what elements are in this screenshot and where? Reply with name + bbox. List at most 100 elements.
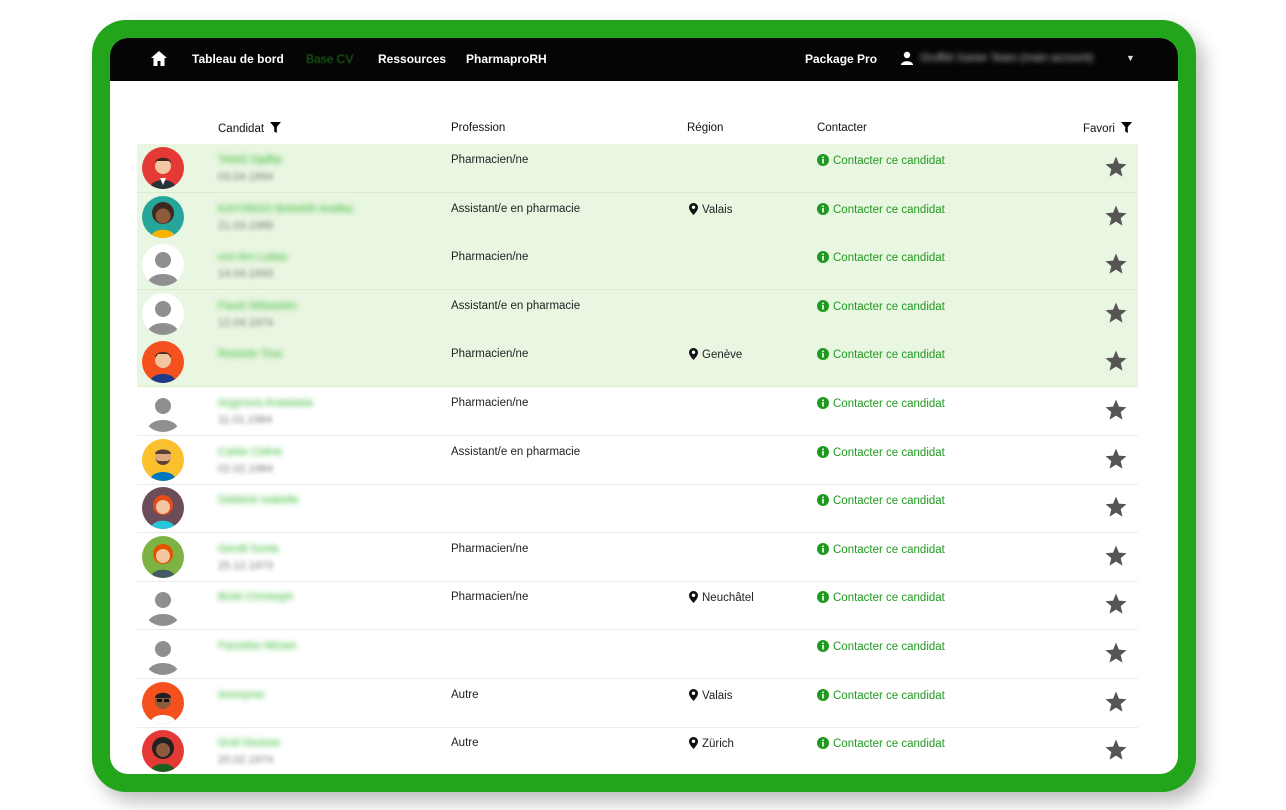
avatar	[142, 584, 184, 627]
contact-candidate-link[interactable]: Contacter ce candidat	[817, 348, 945, 361]
contact-candidate-label: Contacter ce candidat	[833, 689, 945, 702]
contact-candidate-label: Contacter ce candidat	[833, 155, 945, 167]
user-menu[interactable]: Gruffot Xavier Team (main account) ▼	[900, 46, 1150, 72]
filter-icon[interactable]	[1121, 122, 1133, 133]
contact-candidate-link[interactable]: Contacter ce candidat	[817, 397, 945, 410]
user-name: Gruffot Xavier Team (main account)	[920, 52, 1094, 64]
contact-candidate-label: Contacter ce candidat	[833, 543, 945, 556]
map-pin-icon	[689, 348, 698, 361]
candidate-name-link[interactable]: Pacinthe Miriam	[218, 640, 297, 652]
header-candidate[interactable]: Candidat	[218, 122, 282, 135]
contact-candidate-link[interactable]: Contacter ce candidat	[817, 445, 945, 459]
header-favorite-label: Favori	[1083, 123, 1115, 135]
contact-candidate-link[interactable]: Contacter ce candidat	[817, 494, 945, 507]
avatar	[142, 195, 184, 238]
star-icon[interactable]	[1104, 155, 1128, 179]
star-icon[interactable]	[1104, 398, 1128, 422]
candidate-profession: Assistant/e en pharmacie	[451, 202, 581, 215]
avatar	[142, 535, 184, 578]
candidate-profession: Autre	[451, 737, 479, 750]
table-row[interactable]: Anonyme Autre Valais Contacter ce candidat	[137, 679, 1138, 728]
contact-candidate-label: Contacter ce candidat	[833, 738, 945, 751]
candidate-name-link[interactable]: KAYONGO BANARI Andika	[218, 203, 353, 215]
user-icon	[901, 51, 913, 65]
contact-candidate-link[interactable]: Contacter ce candidat	[817, 299, 945, 313]
candidate-region: Valais	[689, 688, 733, 702]
star-icon[interactable]	[1104, 447, 1128, 471]
star-icon[interactable]	[1104, 690, 1128, 714]
table-row[interactable]: Carbo Celine 02.02.1984 Assistant/e en pha…	[137, 436, 1138, 485]
avatar	[142, 730, 184, 773]
contact-candidate-link[interactable]: Contacter ce candidat	[817, 737, 945, 750]
contact-candidate-link[interactable]: Contacter ce candidat	[817, 591, 945, 604]
candidate-name-link[interactable]: Anonyme	[218, 689, 264, 701]
table-row[interactable]: von Arx Lukas 14.04.1993 Pharmacien/ne Cont…	[137, 241, 1138, 291]
info-icon	[817, 737, 829, 750]
table-row[interactable]: Graf Desiree 20.02.1974 Autre Zürich Contact…	[137, 727, 1138, 774]
avatar	[142, 341, 184, 384]
package-pro-link[interactable]: Package Pro	[805, 52, 877, 66]
star-icon[interactable]	[1104, 301, 1128, 325]
candidate-region-label: Valais	[702, 689, 733, 702]
contact-candidate-label: Contacter ce candidat	[833, 203, 945, 216]
candidate-name-link[interactable]: Graf Desiree	[218, 737, 280, 749]
nav-pharmaprorh[interactable]: PharmaproRH	[466, 52, 547, 66]
contact-candidate-link[interactable]: Contacter ce candidat	[817, 202, 945, 216]
table-row[interactable]: KAYONGO BANARI Andika 21.03.1988 Assistant…	[137, 192, 1138, 242]
nav-base-cv[interactable]: Base CV	[306, 52, 353, 66]
candidate-name-link[interactable]: von Arx Lukas	[218, 251, 287, 263]
star-icon[interactable]	[1104, 349, 1128, 373]
info-icon	[817, 251, 829, 264]
candidate-name-link[interactable]: Gerdil Sonia	[218, 543, 279, 555]
star-icon[interactable]	[1104, 544, 1128, 568]
table-row[interactable]: Bürki Christoph Pharmacien/ne Neuchâtel Con…	[137, 581, 1138, 631]
contact-candidate-link[interactable]: Contacter ce candidat	[817, 542, 945, 556]
candidate-name-link[interactable]: Rossolo Tina	[218, 348, 282, 360]
star-icon[interactable]	[1104, 495, 1128, 519]
candidate-region-label: Zürich	[702, 738, 734, 751]
star-icon[interactable]	[1104, 738, 1128, 762]
contact-candidate-link[interactable]: Contacter ce candidat	[817, 154, 945, 167]
table-row[interactable]: Faust Sébastien 12.04.1974 Assistant/e en …	[137, 289, 1138, 339]
home-icon[interactable]	[150, 50, 168, 68]
app-screen: Tableau de bord Base CV Ressources Pharm…	[110, 38, 1178, 774]
candidate-name-link[interactable]: Bürki Christoph	[218, 591, 293, 603]
star-icon[interactable]	[1104, 204, 1128, 228]
filter-icon[interactable]	[270, 122, 282, 133]
header-region: Région	[687, 122, 724, 134]
map-pin-icon	[689, 591, 698, 604]
contact-candidate-link[interactable]: Contacter ce candidat	[817, 688, 945, 702]
contact-candidate-label: Contacter ce candidat	[833, 641, 945, 653]
table-row[interactable]: Rossolo Tina Pharmacien/ne Genève Contacter…	[137, 338, 1138, 388]
candidate-name-link[interactable]: Faust Sébastien	[218, 300, 298, 312]
candidate-name-link[interactable]: TAMS Djaffar	[218, 154, 283, 166]
candidate-name-link[interactable]: Carbo Celine	[218, 446, 282, 458]
star-icon[interactable]	[1104, 252, 1128, 276]
nav-ressources[interactable]: Ressources	[378, 52, 446, 66]
table-row[interactable]: Argyrova Anastasia 11.01.1984 Pharmacien/n…	[137, 387, 1138, 436]
contact-candidate-link[interactable]: Contacter ce candidat	[817, 251, 945, 264]
candidate-profession: Pharmacien/ne	[451, 348, 529, 361]
header-favorite[interactable]: Favori	[1083, 122, 1133, 135]
table-row[interactable]: Pacinthe Miriam Contacter ce candidat	[137, 630, 1138, 679]
table-row[interactable]: Debbick Isabelle Contacter ce candidat	[137, 484, 1138, 534]
candidate-name-link[interactable]: Debbick Isabelle	[218, 494, 299, 506]
avatar	[142, 292, 184, 335]
nav-tableau-de-bord[interactable]: Tableau de bord	[192, 52, 284, 66]
contact-candidate-link[interactable]: Contacter ce candidat	[817, 640, 945, 653]
candidate-name-link[interactable]: Argyrova Anastasia	[218, 397, 313, 409]
avatar	[142, 390, 184, 432]
contact-candidate-label: Contacter ce candidat	[833, 252, 945, 265]
top-navbar: Tableau de bord Base CV Ressources Pharm…	[110, 38, 1178, 81]
candidate-birthdate: 12.04.1974	[218, 316, 274, 329]
star-icon[interactable]	[1104, 641, 1128, 665]
candidate-profession: Assistant/e en pharmacie	[451, 445, 581, 458]
candidate-profession: Pharmacien/ne	[451, 397, 529, 409]
table-row[interactable]: TAMS Djaffar 03.04.1994 Pharmacien/ne Conta…	[137, 144, 1138, 193]
info-icon	[817, 688, 829, 701]
star-icon[interactable]	[1104, 592, 1128, 616]
table-row[interactable]: Gerdil Sonia 25.12.1973 Pharmacien/ne Conta…	[137, 533, 1138, 582]
contact-candidate-label: Contacter ce candidat	[833, 592, 945, 605]
avatar	[142, 438, 184, 481]
candidate-region-label: Valais	[702, 203, 733, 216]
